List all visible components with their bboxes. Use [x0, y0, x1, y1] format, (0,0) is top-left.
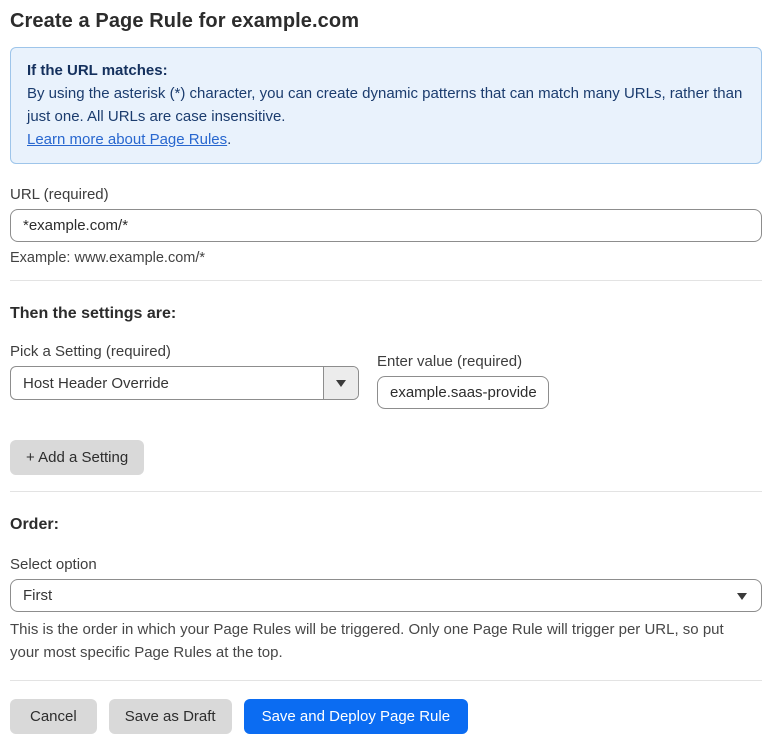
create-page-rule-form: Create a Page Rule for example.com If th…: [0, 0, 772, 734]
cancel-button[interactable]: Cancel: [10, 699, 97, 734]
pick-setting-column: Pick a Setting (required) Host Header Ov…: [10, 343, 359, 409]
divider: [10, 280, 762, 281]
order-help-text: This is the order in which your Page Rul…: [10, 621, 724, 661]
pick-setting-dropdown-button[interactable]: [323, 367, 358, 399]
url-input[interactable]: [10, 209, 762, 242]
save-as-draft-button[interactable]: Save as Draft: [108, 699, 232, 734]
url-match-info-box: If the URL matches: By using the asteris…: [10, 47, 762, 164]
order-select[interactable]: First: [10, 579, 762, 612]
save-and-deploy-button[interactable]: Save and Deploy Page Rule: [243, 699, 469, 734]
divider: [10, 680, 762, 681]
enter-value-label: Enter value (required): [377, 353, 523, 370]
pick-setting-select[interactable]: Host Header Override: [10, 366, 359, 400]
setting-value-input[interactable]: [377, 376, 549, 409]
pick-setting-selected-value: Host Header Override: [23, 374, 169, 392]
order-section-heading: Order:: [10, 516, 59, 533]
link-period: .: [227, 131, 232, 148]
page-title: Create a Page Rule for example.com: [10, 10, 360, 32]
info-box-heading: If the URL matches:: [27, 62, 168, 79]
add-setting-button[interactable]: + Add a Setting: [10, 440, 145, 475]
learn-more-link[interactable]: Learn more about Page Rules: [27, 131, 227, 148]
footer-actions: Cancel Save as Draft Save and Deploy Pag…: [10, 699, 762, 734]
divider: [10, 491, 762, 492]
order-selected-value: First: [23, 587, 53, 604]
chevron-down-icon: [737, 593, 747, 600]
pick-setting-label: Pick a Setting (required): [10, 343, 171, 360]
chevron-down-icon: [336, 379, 346, 387]
url-example-text: Example: www.example.com/*: [10, 250, 206, 266]
enter-value-column: Enter value (required): [377, 343, 549, 409]
info-box-link-line: Learn more about Page Rules.: [27, 128, 745, 151]
url-field-label: URL (required): [10, 186, 109, 203]
settings-section-heading: Then the settings are:: [10, 305, 177, 322]
info-box-body: By using the asterisk (*) character, you…: [27, 82, 745, 128]
info-box-body-text: By using the asterisk (*) character, you…: [27, 85, 743, 125]
order-select-label: Select option: [10, 556, 97, 573]
settings-row: Pick a Setting (required) Host Header Ov…: [10, 343, 762, 409]
